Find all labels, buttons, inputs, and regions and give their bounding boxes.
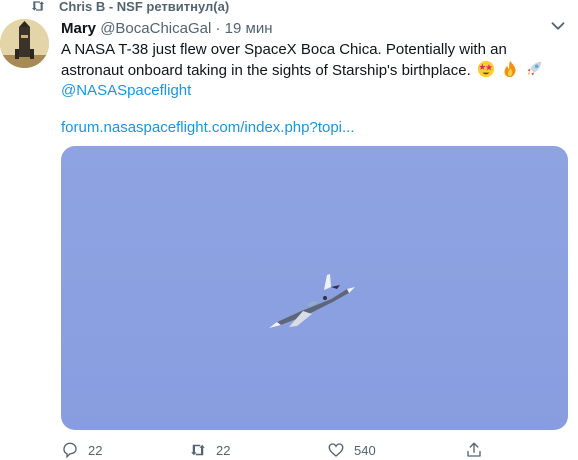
share-icon (467, 442, 481, 457)
tweet-header: Mary @BocaChicaGal · 19 мин (61, 19, 272, 39)
retweet-banner: Chris B - NSF ретвитнул(а) (0, 0, 578, 16)
tweet-media-image[interactable] (61, 146, 568, 430)
share-button[interactable] (465, 440, 483, 460)
separator-dot: · (215, 20, 221, 37)
reply-count: 22 (88, 442, 103, 458)
reply-button[interactable]: 22 (61, 440, 102, 460)
tweet-body: A NASA T-38 just flew over SpaceX Boca C… (61, 40, 566, 101)
rocket-avatar-image (0, 19, 49, 68)
like-button[interactable]: 540 (327, 440, 376, 460)
heart-icon (328, 443, 344, 457)
tweet-text: A NASA T-38 just flew over SpaceX Boca C… (61, 41, 507, 79)
retweet-icon (32, 1, 44, 11)
retweet-count: 22 (216, 442, 231, 458)
like-count: 540 (354, 442, 376, 458)
mention-link[interactable]: @NASASpaceflight (61, 82, 191, 99)
retweet-banner-text[interactable]: Chris B - NSF ретвитнул(а) (59, 0, 229, 14)
star-struck-face-icon (477, 60, 495, 78)
avatar[interactable] (0, 19, 49, 68)
author-handle[interactable]: @BocaChicaGal (100, 20, 211, 37)
tweet-actions: 22 22 540 (61, 440, 566, 460)
author-name[interactable]: Mary (61, 20, 96, 37)
retweet-icon (191, 444, 205, 456)
chevron-down-icon[interactable] (547, 15, 569, 37)
url-line: forum.nasaspaceflight.com/index.php?topi… (61, 118, 355, 138)
t38-jet-image (269, 274, 355, 328)
retweet-button[interactable]: 22 (189, 440, 230, 460)
fire-icon (504, 60, 516, 78)
rocket-icon (527, 61, 542, 76)
tweet-time[interactable]: 19 мин (225, 20, 273, 37)
url-link[interactable]: forum.nasaspaceflight.com/index.php?topi… (61, 119, 355, 136)
reply-icon (63, 442, 77, 459)
